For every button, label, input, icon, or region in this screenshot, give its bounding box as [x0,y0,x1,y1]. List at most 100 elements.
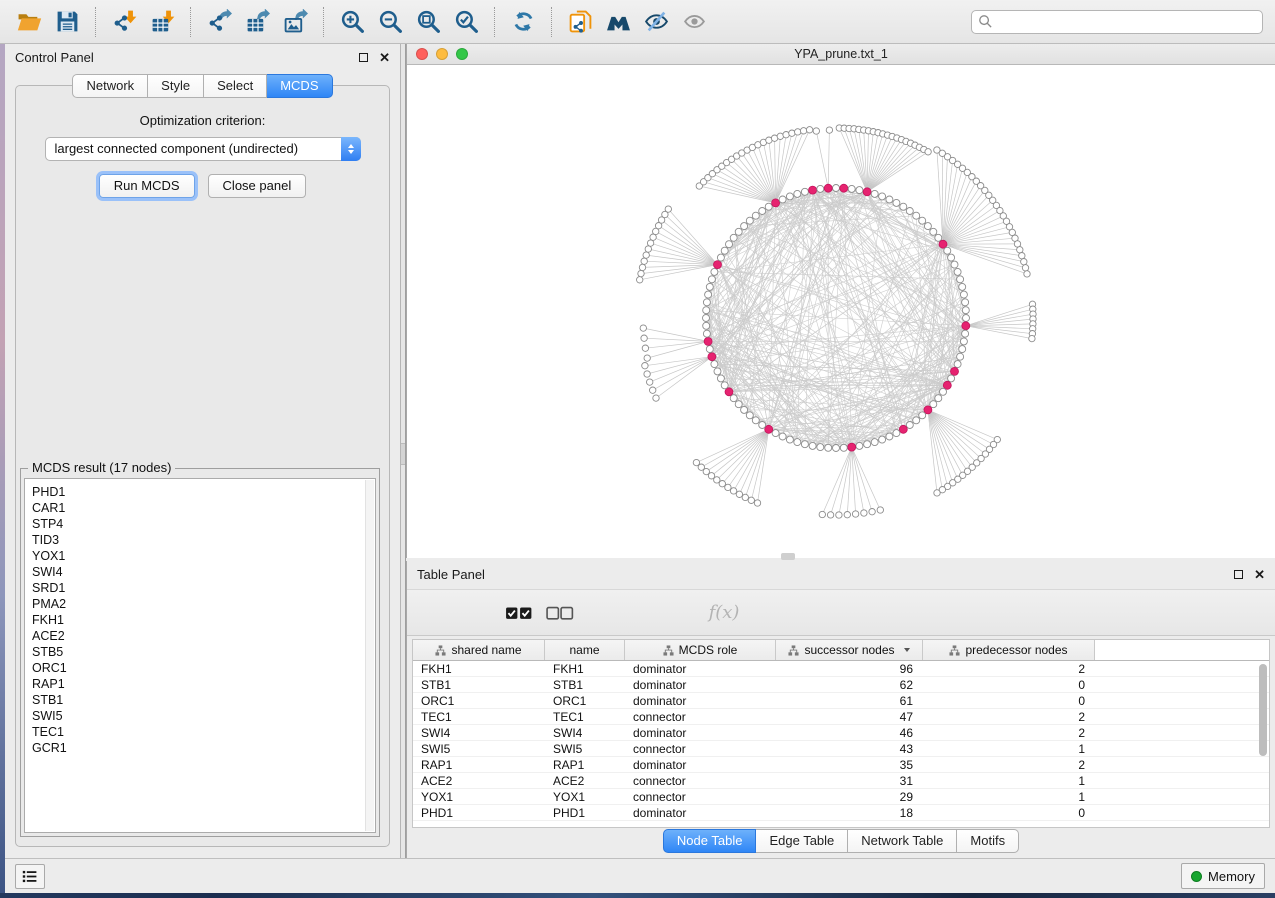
show-all-button[interactable] [677,5,711,39]
zoom-fit-button[interactable] [411,5,445,39]
import-table-button[interactable] [145,5,179,39]
list-scrollbar-track[interactable] [365,480,374,831]
search-input[interactable] [971,10,1263,34]
mcds-result-item[interactable]: STP4 [32,516,375,532]
table-row[interactable]: RAP1RAP1dominator352 [413,757,1269,773]
close-window-icon[interactable] [416,48,428,60]
hide-selected-button[interactable] [639,5,673,39]
function-builder-icon: f(x) [709,602,740,623]
cell-successor-nodes: 96 [776,662,923,676]
refresh-layout-button[interactable] [506,5,540,39]
table-row[interactable]: SWI5SWI5connector431 [413,741,1269,757]
import-network-button[interactable] [107,5,141,39]
zoom-in-button[interactable] [335,5,369,39]
toolbar-separator [190,7,191,37]
select-all-checkboxes-button[interactable] [503,597,535,629]
mcds-result-item[interactable]: FKH1 [32,612,375,628]
table-row[interactable]: YOX1YOX1connector291 [413,789,1269,805]
mcds-result-list[interactable]: PHD1CAR1STP4TID3YOX1SWI4SRD1PMA2FKH1ACE2… [24,478,376,833]
mcds-result-item[interactable]: STB5 [32,644,375,660]
maximize-window-icon[interactable] [456,48,468,60]
table-tab-network-table[interactable]: Network Table [848,829,957,853]
network-view-titlebar[interactable]: YPA_prune.txt_1 [407,44,1275,65]
table-tab-node-table[interactable]: Node Table [663,829,757,853]
save-session-button[interactable] [50,5,84,39]
mcds-result-item[interactable]: PHD1 [32,484,375,500]
gear-button[interactable] [421,597,453,629]
network-graph[interactable] [407,66,1275,558]
table-row[interactable]: PHD1PHD1dominator180 [413,805,1269,821]
cell-successor-nodes: 18 [776,806,923,820]
mcds-result-item[interactable]: GCR1 [32,740,375,756]
mcds-result-item[interactable]: ORC1 [32,660,375,676]
cell-successor-nodes: 29 [776,790,923,804]
table-scrollbar[interactable] [1258,662,1268,826]
mcds-result-item[interactable]: CAR1 [32,500,375,516]
close-panel-button[interactable]: Close panel [208,174,307,198]
column-header-predecessor-nodes[interactable]: predecessor nodes [923,640,1095,660]
column-header-successor-nodes[interactable]: successor nodes [776,640,923,660]
mcds-result-item[interactable]: TID3 [32,532,375,548]
export-network-button[interactable] [202,5,236,39]
import-table-disabled-button[interactable] [667,597,699,629]
zoom-selected-button[interactable] [449,5,483,39]
cell-mcds-role: dominator [625,662,776,676]
column-header-name[interactable]: name [545,640,625,660]
close-panel-icon[interactable]: ✕ [379,53,390,62]
clear-checkboxes-button[interactable] [544,597,576,629]
optimization-criterion-label: Optimization criterion: [16,113,389,128]
float-panel-icon[interactable] [359,53,368,62]
memory-button[interactable]: Memory [1181,863,1265,889]
zoom-out-button[interactable] [373,5,407,39]
column-label: shared name [451,643,521,657]
vertical-splitter-handle[interactable] [401,443,405,465]
mcds-result-item[interactable]: SWI4 [32,564,375,580]
table-row[interactable]: ACE2ACE2connector311 [413,773,1269,789]
mcds-result-item[interactable]: STB1 [32,692,375,708]
cell-successor-nodes: 61 [776,694,923,708]
table-row[interactable]: TEC1TEC1connector472 [413,709,1269,725]
binoculars-button[interactable] [601,5,635,39]
tab-style[interactable]: Style [148,74,204,98]
network-canvas[interactable] [407,66,1275,558]
tab-mcds[interactable]: MCDS [267,74,332,98]
table-row[interactable]: ORC1ORC1dominator610 [413,693,1269,709]
open-folder-button[interactable] [12,5,46,39]
optimization-criterion-select[interactable]: largest connected component (undirected) [45,137,361,161]
mcds-result-item[interactable]: TEC1 [32,724,375,740]
table-scrollbar-thumb[interactable] [1259,664,1267,756]
mcds-result-item[interactable]: RAP1 [32,676,375,692]
export-table-button[interactable] [240,5,274,39]
delete-column-button[interactable] [626,597,658,629]
table-row[interactable]: STB1STB1dominator620 [413,677,1269,693]
mcds-result-item[interactable]: PMA2 [32,596,375,612]
cell-mcds-role: dominator [625,806,776,820]
table-row[interactable]: FKH1FKH1dominator962 [413,661,1269,677]
show-all-icon [682,9,707,34]
function-builder-button[interactable]: f(x) [708,597,740,629]
run-mcds-button[interactable]: Run MCDS [99,174,195,198]
float-table-panel-icon[interactable] [1234,570,1243,579]
table-tab-edge-table[interactable]: Edge Table [756,829,848,853]
table-tab-motifs[interactable]: Motifs [957,829,1019,853]
tab-select[interactable]: Select [204,74,267,98]
tab-network[interactable]: Network [72,74,148,98]
export-image-button[interactable] [278,5,312,39]
control-panel-tabs: NetworkStyleSelectMCDS [5,74,400,98]
clone-network-button[interactable] [563,5,597,39]
minimize-window-icon[interactable] [436,48,448,60]
split-columns-button[interactable] [462,597,494,629]
column-header-mcds-role[interactable]: MCDS role [625,640,776,660]
add-column-button[interactable] [585,597,617,629]
task-history-button[interactable] [15,864,45,889]
table-row[interactable]: SWI4SWI4dominator462 [413,725,1269,741]
column-header-shared-name[interactable]: shared name [413,640,545,660]
mcds-result-item[interactable]: ACE2 [32,628,375,644]
close-table-panel-icon[interactable]: ✕ [1254,570,1265,579]
cell-predecessor-nodes: 1 [923,774,1095,788]
mcds-result-item[interactable]: YOX1 [32,548,375,564]
mcds-result-item[interactable]: SRD1 [32,580,375,596]
horizontal-splitter-handle[interactable] [781,553,795,560]
mcds-result-item[interactable]: SWI5 [32,708,375,724]
cell-mcds-role: connector [625,790,776,804]
